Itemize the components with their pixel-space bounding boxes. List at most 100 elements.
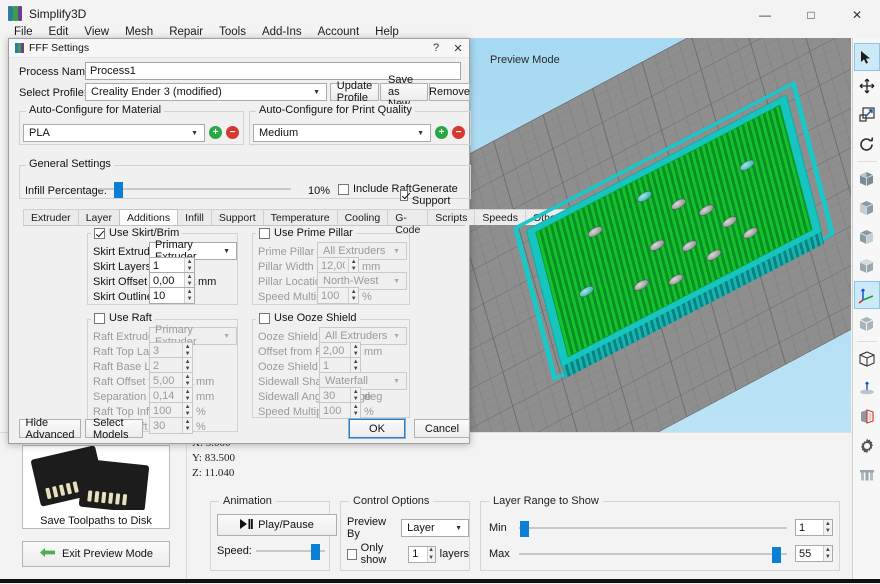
view-cube-icon[interactable] <box>854 310 880 338</box>
view-left-icon[interactable] <box>854 194 880 222</box>
tab-speeds[interactable]: Speeds <box>474 209 526 225</box>
process-name-label: Process Name: <box>19 66 95 78</box>
spinner-arrows: ▲ ▼ <box>350 343 360 358</box>
raft-top-layers-value <box>150 343 183 358</box>
tab-extruder[interactable]: Extruder <box>23 209 79 225</box>
cross-section-icon[interactable] <box>854 403 880 431</box>
tab-scripts[interactable]: Scripts <box>427 209 476 225</box>
quality-value: Medium <box>259 127 299 139</box>
tab-gcode[interactable]: G-Code <box>387 209 429 236</box>
max-layer-slider[interactable] <box>519 546 787 563</box>
move-icon[interactable] <box>854 72 880 100</box>
use-ooze-shield-checkbox[interactable] <box>259 312 270 324</box>
infill-percentage-slider[interactable] <box>99 182 291 198</box>
infill-slider-thumb[interactable] <box>114 182 124 198</box>
chevron-down-icon: ▼ <box>223 247 230 255</box>
spinner-arrows[interactable]: ▲ ▼ <box>184 288 194 303</box>
tab-temperature[interactable]: Temperature <box>262 209 338 225</box>
use-raft-row[interactable]: Use Raft <box>91 312 155 324</box>
sliced-model <box>512 80 836 413</box>
use-prime-pillar-row[interactable]: Use Prime Pillar <box>256 227 356 239</box>
skirt-offset-value[interactable] <box>150 273 185 288</box>
speed-slider[interactable] <box>255 544 325 560</box>
spinner-arrows[interactable]: ▲ ▼ <box>426 546 435 562</box>
tab-infill[interactable]: Infill <box>177 209 212 225</box>
exit-preview-mode-button[interactable]: Exit Preview Mode <box>22 541 170 567</box>
view-front-icon[interactable] <box>854 165 880 193</box>
dialog-help-button[interactable]: ? <box>425 39 447 58</box>
select-models-button[interactable]: Select Models <box>85 417 143 441</box>
min-layer-slider[interactable] <box>519 520 787 537</box>
cancel-button[interactable]: Cancel <box>414 419 470 438</box>
speed-slider-thumb[interactable] <box>311 544 321 560</box>
preview-by-select[interactable]: Layer ▼ <box>401 519 469 537</box>
ok-button[interactable]: OK <box>348 418 406 439</box>
spinner-down-icon: ▼ <box>352 411 359 418</box>
view-top-icon[interactable] <box>854 252 880 280</box>
min-slider-thumb[interactable] <box>520 520 530 537</box>
save-as-new-button[interactable]: Save as New <box>380 74 428 110</box>
axes-icon[interactable] <box>853 281 880 309</box>
use-ooze-shield-row[interactable]: Use Ooze Shield <box>256 312 360 324</box>
spinner-arrows[interactable]: ▲ ▼ <box>822 520 832 535</box>
save-toolpaths-button[interactable]: Save Toolpaths to Disk <box>22 445 170 529</box>
spinner-arrows[interactable]: ▲ ▼ <box>184 258 194 273</box>
above-raft-speed-value <box>150 418 183 433</box>
use-skirt-brim-checkbox[interactable] <box>94 227 105 239</box>
remove-profile-button[interactable]: Remove <box>429 83 470 101</box>
max-slider-thumb[interactable] <box>772 546 782 563</box>
tab-additions[interactable]: Additions <box>118 209 179 225</box>
play-pause-button[interactable]: Play/Pause <box>217 514 337 536</box>
min-layer-input[interactable]: ▲▼ <box>795 519 833 536</box>
view-right-icon[interactable] <box>854 223 880 251</box>
play-pause-icon <box>240 518 253 532</box>
use-skirt-brim-row[interactable]: Use Skirt/Brim <box>91 227 183 239</box>
skirt-outlines-value[interactable] <box>150 288 185 303</box>
raft-offset-unit: mm <box>196 376 215 388</box>
quality-dropdown[interactable]: Medium ▼ <box>253 124 431 142</box>
scale-icon[interactable] <box>854 101 880 129</box>
max-layer-value[interactable] <box>796 546 823 561</box>
spinner-arrows[interactable]: ▲ ▼ <box>184 273 194 288</box>
generate-support-checkbox[interactable] <box>400 189 408 201</box>
select-profile-dropdown[interactable]: Creality Ender 3 (modified) ▼ <box>85 83 327 101</box>
use-prime-pillar-checkbox[interactable] <box>259 227 270 239</box>
material-dropdown[interactable]: PLA ▼ <box>23 124 205 142</box>
origin-icon[interactable] <box>854 374 880 402</box>
only-show-checkbox[interactable] <box>347 548 357 560</box>
add-quality-button[interactable]: + <box>435 126 448 139</box>
only-show-layers-input[interactable]: ▲▼ <box>408 545 436 563</box>
max-layer-input[interactable]: ▲▼ <box>795 545 833 562</box>
hide-advanced-button[interactable]: Hide Advanced <box>19 417 81 441</box>
use-raft-checkbox[interactable] <box>94 312 105 324</box>
remove-material-button[interactable]: − <box>226 126 239 139</box>
add-material-button[interactable]: + <box>209 126 222 139</box>
supports-icon[interactable] <box>854 461 880 489</box>
gear-icon[interactable] <box>854 432 880 460</box>
include-raft-checkbox[interactable] <box>338 183 349 195</box>
tab-layer[interactable]: Layer <box>77 209 120 225</box>
spinner-up-icon: ▲ <box>824 546 831 553</box>
process-name-value: Process1 <box>90 65 136 77</box>
tab-support[interactable]: Support <box>210 209 264 225</box>
sidewall-shape-value: Waterfall <box>325 375 368 387</box>
remove-quality-button[interactable]: − <box>452 126 465 139</box>
preview-mode-label: Preview Mode <box>490 54 560 66</box>
min-layer-value[interactable] <box>796 520 823 535</box>
spinner-arrows[interactable]: ▲ ▼ <box>822 546 832 561</box>
spinner-up-icon: ▲ <box>184 343 191 350</box>
preview-by-value: Layer <box>407 522 435 534</box>
generate-support-checkbox-row[interactable]: Generate Support <box>400 183 469 207</box>
select-cursor-icon[interactable] <box>853 43 880 71</box>
skirt-outlines-input[interactable]: ▲▼ <box>149 287 195 304</box>
only-show-layers-value[interactable] <box>409 546 427 562</box>
update-profile-button[interactable]: Update Profile <box>330 80 379 104</box>
dialog-close-button[interactable]: ✕ <box>447 39 469 58</box>
spinner-arrows: ▲ ▼ <box>350 403 360 418</box>
skirt-layers-value[interactable] <box>150 258 185 273</box>
rotate-icon[interactable] <box>854 130 880 158</box>
3d-viewport[interactable]: Preview Mode <box>468 38 851 494</box>
tab-cooling[interactable]: Cooling <box>336 209 389 225</box>
wireframe-icon[interactable] <box>854 345 880 373</box>
spinner-down-icon: ▼ <box>824 554 831 561</box>
